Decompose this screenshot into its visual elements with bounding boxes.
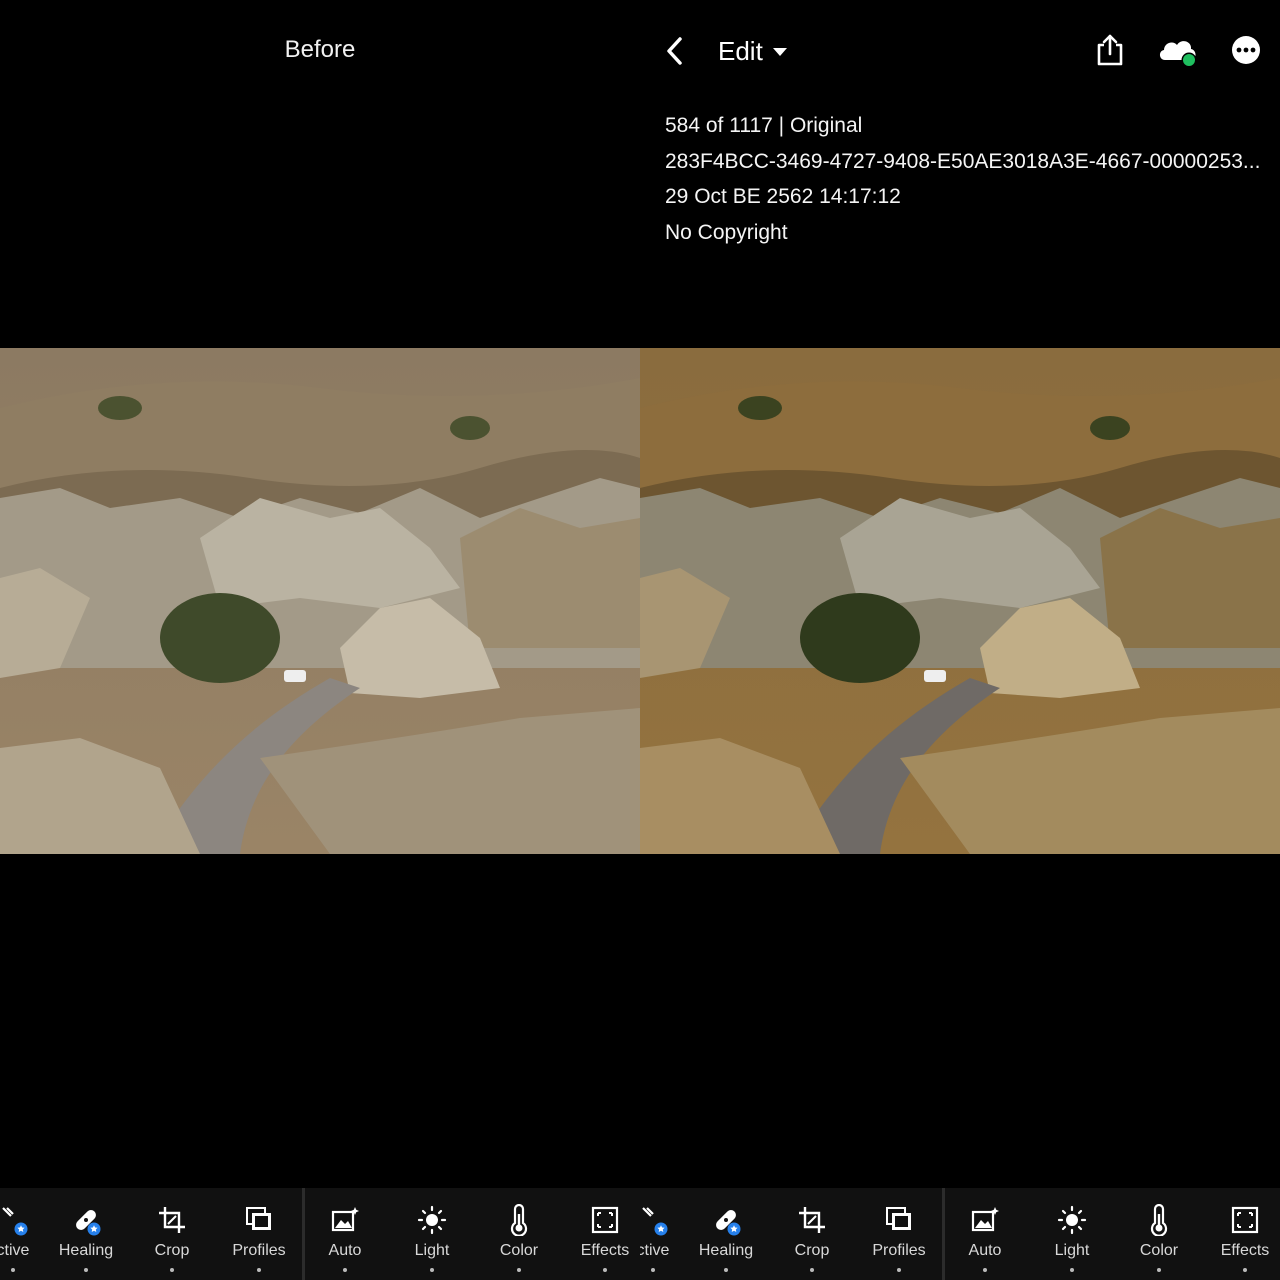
tool-label: Effects xyxy=(580,1242,630,1259)
edit-mode-dropdown[interactable]: Edit xyxy=(718,34,787,68)
profiles-icon xyxy=(246,1207,271,1230)
crop-icon xyxy=(159,1207,185,1233)
photo-datetime: 29 Oct BE 2562 14:17:12 xyxy=(665,185,901,209)
tool-profiles-button[interactable]: Profiles xyxy=(216,1188,302,1280)
tool-indicator xyxy=(724,1268,728,1272)
tool-healing-button[interactable]: Healing xyxy=(43,1188,129,1280)
tool-indicator xyxy=(1243,1268,1247,1272)
tool-label: Auto xyxy=(968,1242,1002,1259)
share-button[interactable] xyxy=(1094,32,1126,68)
back-button[interactable] xyxy=(660,34,690,68)
tool-color-button[interactable]: Color xyxy=(476,1188,562,1280)
more-icon xyxy=(1232,36,1260,64)
toolbar-after: ctive Healing Crop Profiles Auto Light Color Ef… xyxy=(640,1188,1280,1280)
caret-down-icon xyxy=(772,48,787,56)
selective-icon xyxy=(2,1207,28,1236)
tool-label: Profiles xyxy=(872,1242,926,1259)
tool-label: Healing xyxy=(698,1242,754,1259)
tool-auto-button[interactable]: Auto xyxy=(302,1188,388,1280)
tool-crop-button[interactable]: Crop xyxy=(769,1188,855,1280)
toolbar-divider xyxy=(302,1188,305,1280)
crop-icon xyxy=(799,1207,825,1233)
tool-effects-button[interactable]: Effects xyxy=(1202,1188,1280,1280)
profiles-icon xyxy=(886,1207,911,1230)
healing-icon xyxy=(76,1210,101,1236)
tool-label: Healing xyxy=(58,1242,114,1259)
edit-toolbar: ctive Healing Crop Profiles Auto Light Color Ef… xyxy=(0,1188,1280,1280)
light-icon xyxy=(417,1205,447,1235)
photo-info: 584 of 1117 | Original 283F4BCC-3469-472… xyxy=(665,108,1265,250)
color-icon xyxy=(1150,1204,1168,1236)
tool-indicator xyxy=(257,1268,261,1272)
tool-label: Profiles xyxy=(232,1242,286,1259)
tool-color-button[interactable]: Color xyxy=(1116,1188,1202,1280)
healing-icon xyxy=(716,1210,741,1236)
tool-indicator xyxy=(517,1268,521,1272)
tool-healing-button[interactable]: Healing xyxy=(683,1188,769,1280)
tool-crop-button[interactable]: Crop xyxy=(129,1188,215,1280)
before-photo xyxy=(0,348,640,854)
tool-indicator xyxy=(603,1268,607,1272)
toolbar-before: ctive Healing Crop Profiles Auto Light Color Ef… xyxy=(0,1188,640,1280)
tool-indicator xyxy=(170,1268,174,1272)
toolbar-divider xyxy=(942,1188,945,1280)
tool-profiles-button[interactable]: Profiles xyxy=(856,1188,942,1280)
tool-label: ctive xyxy=(640,1242,670,1259)
tool-indicator xyxy=(651,1268,655,1272)
tool-indicator xyxy=(810,1268,814,1272)
chevron-left-icon xyxy=(667,37,682,65)
before-label: Before xyxy=(284,36,356,63)
selective-icon xyxy=(642,1207,668,1236)
tool-effects-button[interactable]: Effects xyxy=(562,1188,640,1280)
tool-indicator xyxy=(11,1268,15,1272)
auto-icon xyxy=(971,1207,999,1232)
more-options-button[interactable] xyxy=(1230,34,1262,66)
tool-light-button[interactable]: Light xyxy=(1029,1188,1115,1280)
effects-icon xyxy=(1231,1206,1259,1234)
tool-label: Light xyxy=(414,1242,450,1259)
top-bar: Edit xyxy=(640,28,1280,74)
tool-label: Effects xyxy=(1220,1242,1270,1259)
color-icon xyxy=(510,1204,528,1236)
tool-indicator xyxy=(983,1268,987,1272)
tool-indicator xyxy=(897,1268,901,1272)
auto-icon xyxy=(331,1207,359,1232)
tool-auto-button[interactable]: Auto xyxy=(942,1188,1028,1280)
tool-label: Auto xyxy=(328,1242,362,1259)
tool-indicator xyxy=(1070,1268,1074,1272)
effects-icon xyxy=(591,1206,619,1234)
tool-label: ctive xyxy=(0,1242,30,1259)
tool-indicator xyxy=(1157,1268,1161,1272)
tool-light-button[interactable]: Light xyxy=(389,1188,475,1280)
share-icon xyxy=(1097,34,1123,66)
photo-filename: 283F4BCC-3469-4727-9408-E50AE3018A3E-466… xyxy=(665,149,1261,173)
tool-indicator xyxy=(84,1268,88,1272)
photo-copyright: No Copyright xyxy=(665,220,788,244)
tool-label: Crop xyxy=(794,1242,830,1259)
cloud-sync-icon xyxy=(1159,41,1197,68)
tool-label: Color xyxy=(499,1242,539,1259)
photo-position: 584 of 1117 | Original xyxy=(665,114,863,137)
after-photo xyxy=(640,348,1280,854)
tool-label: Crop xyxy=(154,1242,190,1259)
tool-indicator xyxy=(343,1268,347,1272)
tool-indicator xyxy=(430,1268,434,1272)
tool-label: Light xyxy=(1054,1242,1090,1259)
cloud-sync-button[interactable] xyxy=(1156,34,1200,68)
tool-label: Color xyxy=(1139,1242,1179,1259)
edit-mode-label: Edit xyxy=(718,35,763,66)
light-icon xyxy=(1057,1205,1087,1235)
